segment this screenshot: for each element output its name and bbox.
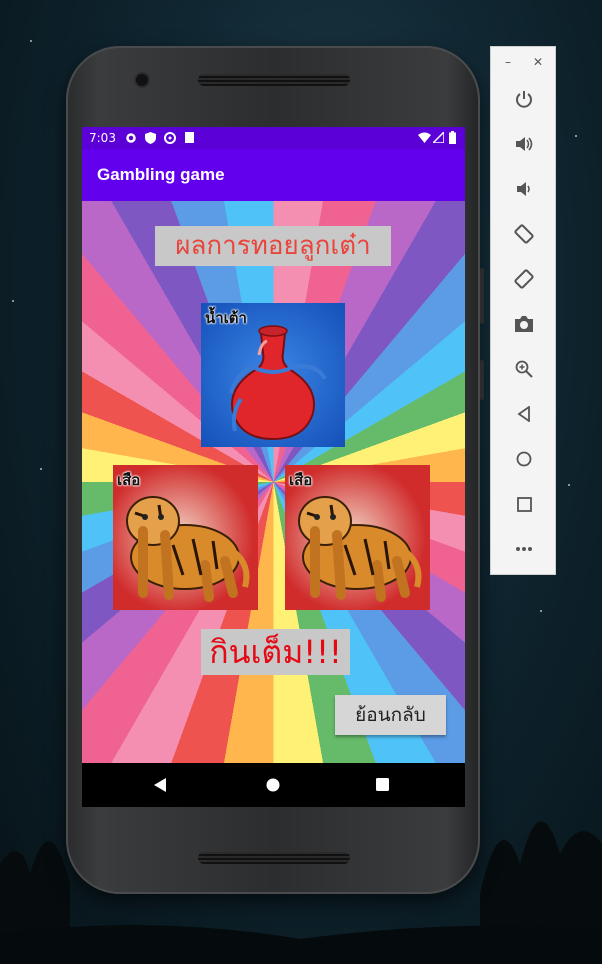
rotate-left-icon (514, 224, 534, 244)
game-result-screen: ผลการทอยลูกเต๋า น้ำเต้า เสือ เสือ กินเต็… (82, 201, 465, 763)
app-bar: Gambling game (82, 149, 465, 201)
volume-up-button[interactable] (508, 128, 540, 160)
camera-icon (515, 316, 533, 332)
back-icon (517, 406, 530, 422)
rotate-right-button[interactable] (508, 263, 540, 295)
status-time: 7:03 (89, 131, 116, 145)
dice-face-tiger: เสือ (285, 465, 430, 610)
outcome-text: กินเต็ม!!! (201, 629, 350, 675)
settings-icon (126, 133, 136, 143)
nav-back-icon[interactable] (154, 778, 168, 792)
nav-home-icon[interactable] (266, 778, 280, 792)
device-screen: 7:03 Gambling game ผลการทอยลูกเต๋า น้ำเต… (82, 127, 465, 807)
volume-up-icon (516, 137, 533, 151)
status-bar: 7:03 (82, 127, 465, 149)
power-icon (516, 91, 532, 108)
wifi-icon (418, 132, 431, 143)
dice-face-gourd: น้ำเต้า (201, 303, 345, 447)
star (568, 484, 570, 486)
star (540, 610, 542, 612)
top-speaker (198, 74, 350, 86)
sync-icon (164, 132, 176, 144)
battery-icon (449, 131, 456, 144)
dice-face-label: เสือ (289, 471, 313, 489)
star (12, 300, 14, 302)
screenshot-button[interactable] (508, 308, 540, 340)
bottom-speaker (198, 852, 350, 864)
star (30, 40, 32, 42)
overview-icon (516, 496, 532, 512)
result-title: ผลการทอยลูกเต๋า (155, 226, 391, 266)
nav-overview-icon[interactable] (376, 778, 389, 791)
power-button[interactable] (508, 83, 540, 115)
navigation-bar (82, 763, 465, 807)
zoom-icon (515, 360, 533, 378)
volume-side-button (480, 268, 484, 324)
star (575, 135, 577, 137)
rotate-right-icon (514, 269, 534, 289)
minimize-icon[interactable]: – (505, 55, 511, 69)
more-button[interactable] (508, 533, 540, 565)
rotate-left-button[interactable] (508, 218, 540, 250)
power-side-button (480, 360, 484, 400)
zoom-button[interactable] (508, 353, 540, 385)
home-button-emulator[interactable] (508, 443, 540, 475)
app-title: Gambling game (97, 165, 225, 184)
home-icon (516, 451, 532, 467)
emulator-toolbar: – ✕ (490, 46, 556, 575)
dice-face-tiger: เสือ (113, 465, 258, 610)
overview-button-emulator[interactable] (508, 488, 540, 520)
star (40, 468, 42, 470)
back-button[interactable]: ย้อนกลับ (335, 695, 446, 735)
volume-down-icon (517, 182, 530, 196)
signal-icon (433, 132, 444, 143)
shield-icon (145, 132, 156, 144)
volume-down-button[interactable] (508, 173, 540, 205)
dice-face-label: น้ำเต้า (205, 309, 247, 327)
front-camera (136, 74, 148, 86)
back-button-emulator[interactable] (508, 398, 540, 430)
dice-face-label: เสือ (117, 471, 141, 489)
close-icon[interactable]: ✕ (533, 55, 543, 69)
sd-card-icon (185, 132, 194, 143)
more-icon (516, 547, 532, 551)
